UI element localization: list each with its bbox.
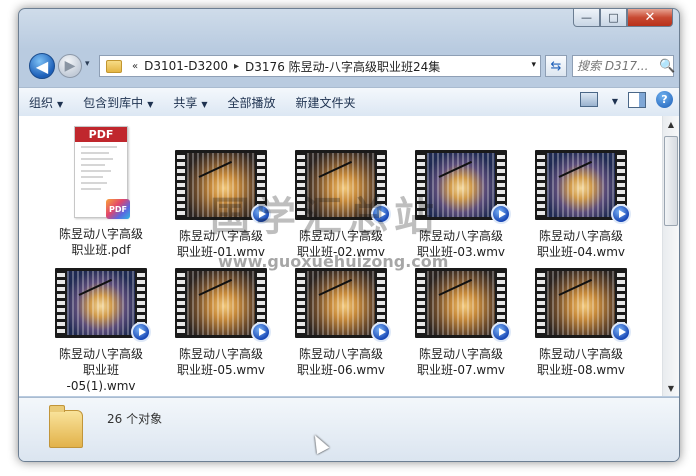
vertical-scrollbar[interactable]: ▲ ▼ <box>662 116 679 396</box>
caption-buttons: — □ ✕ <box>573 9 673 27</box>
back-button[interactable]: ◀ <box>29 53 55 79</box>
command-bar: 组织 ▼ 包含到库中 ▼ 共享 ▼ 全部播放 新建文件夹 ▼ ? <box>19 87 679 117</box>
watermark-text: 国学汇总站 <box>210 194 440 240</box>
item-count: 26 个对象 <box>107 412 163 426</box>
breadcrumb-separator[interactable]: ▸ <box>234 61 239 72</box>
forward-button[interactable]: ▶ <box>58 54 82 78</box>
media-player-badge-icon <box>251 322 271 342</box>
close-button[interactable]: ✕ <box>627 9 673 27</box>
file-item-video[interactable]: 陈昱动八字高级 职业班 -05(1).wmv <box>45 266 157 394</box>
pdf-file-icon: PDF PDF <box>74 126 130 219</box>
search-box[interactable]: 🔍 <box>572 55 675 77</box>
media-player-badge-icon <box>131 322 151 342</box>
share-menu[interactable]: 共享 ▼ <box>163 94 217 111</box>
file-name: 陈昱动八字高级 职业班 -05(1).wmv <box>58 347 143 393</box>
file-item-video[interactable]: 陈昱动八字高级 职业班-08.wmv <box>525 266 637 378</box>
back-arrow-icon: ◀ <box>35 56 49 76</box>
details-pane: 26 个对象 <box>19 397 679 461</box>
watermark-url: www.guoxuehuizong.com <box>218 252 449 271</box>
pdf-header: PDF <box>75 127 127 142</box>
file-name: 陈昱动八字高级 职业班-05.wmv <box>176 347 266 377</box>
breadcrumb-segment-current[interactable]: D3176 陈昱动-八字高级职业班24集 <box>245 58 440 75</box>
file-name: 陈昱动八字高级 职业班-06.wmv <box>296 347 386 377</box>
media-player-badge-icon <box>491 204 511 224</box>
view-controls: ▼ ? <box>579 91 673 108</box>
scroll-down-button[interactable]: ▼ <box>663 380 679 396</box>
file-item-video[interactable]: 陈昱动八字高级 职业班-07.wmv <box>405 266 517 378</box>
file-item-video[interactable]: 陈昱动八字高级 职业班-06.wmv <box>285 266 397 378</box>
help-icon[interactable]: ? <box>656 91 673 108</box>
media-player-badge-icon <box>371 322 391 342</box>
recent-pages-button[interactable]: ▾ <box>85 59 90 69</box>
navigation-bar: ◀ ▶ ▾ « D3101-D3200 ▸ D3176 陈昱动-八字高级职业班2… <box>27 53 675 81</box>
chevron-down-icon: ▼ <box>147 99 154 109</box>
media-player-badge-icon <box>611 204 631 224</box>
address-dropdown-icon[interactable]: ▾ <box>531 60 536 70</box>
file-name: 陈昱动八字高级 职业班.pdf <box>58 227 143 257</box>
file-item-video[interactable]: 陈昱动八字高级 职业班-04.wmv <box>525 148 637 260</box>
forward-arrow-icon: ▶ <box>64 58 76 74</box>
file-name: 陈昱动八字高级 职业班-04.wmv <box>536 229 626 259</box>
refresh-button[interactable]: ⇆ <box>545 55 567 77</box>
change-view-icon[interactable] <box>579 92 598 107</box>
folder-icon <box>49 405 83 448</box>
media-player-badge-icon <box>491 322 511 342</box>
chevron-down-icon: ▾ <box>85 59 90 69</box>
minimize-button[interactable]: — <box>573 9 600 27</box>
organize-label: 组织 <box>29 95 54 110</box>
chevron-down-icon: ▼ <box>57 99 64 109</box>
address-bar[interactable]: « D3101-D3200 ▸ D3176 陈昱动-八字高级职业班24集 ▾ <box>99 55 541 77</box>
include-in-library-menu[interactable]: 包含到库中 ▼ <box>73 94 163 111</box>
chevron-down-icon: ▼ <box>611 96 618 106</box>
refresh-icon: ⇆ <box>550 58 562 74</box>
file-name: 陈昱动八字高级 职业班-08.wmv <box>536 347 626 377</box>
organize-menu[interactable]: 组织 ▼ <box>19 94 73 111</box>
view-options-button[interactable]: ▼ <box>608 93 618 107</box>
play-all-button[interactable]: 全部播放 <box>218 94 286 111</box>
file-item-video[interactable]: 陈昱动八字高级 职业班-05.wmv <box>165 266 277 378</box>
search-icon[interactable]: 🔍 <box>659 59 675 74</box>
scroll-up-button[interactable]: ▲ <box>663 116 679 132</box>
maximize-button[interactable]: □ <box>600 9 627 27</box>
breadcrumb-segment-parent[interactable]: D3101-D3200 <box>144 59 228 73</box>
pdf-page-lines <box>75 142 127 198</box>
include-in-library-label: 包含到库中 <box>83 95 144 110</box>
media-player-badge-icon <box>611 322 631 342</box>
search-input[interactable] <box>573 58 659 74</box>
share-label: 共享 <box>173 95 198 110</box>
breadcrumb-overflow[interactable]: « <box>132 61 138 72</box>
pdf-app-badge-icon: PDF <box>106 199 130 219</box>
chevron-down-icon: ▼ <box>201 99 208 109</box>
scrollbar-thumb[interactable] <box>664 136 678 226</box>
file-name: 陈昱动八字高级 职业班-07.wmv <box>416 347 506 377</box>
new-folder-button[interactable]: 新建文件夹 <box>286 94 366 111</box>
preview-pane-icon[interactable] <box>628 91 646 108</box>
file-item-pdf[interactable]: PDF PDF 陈昱动八字高级 职业班.pdf <box>45 126 157 258</box>
folder-icon <box>106 59 122 73</box>
